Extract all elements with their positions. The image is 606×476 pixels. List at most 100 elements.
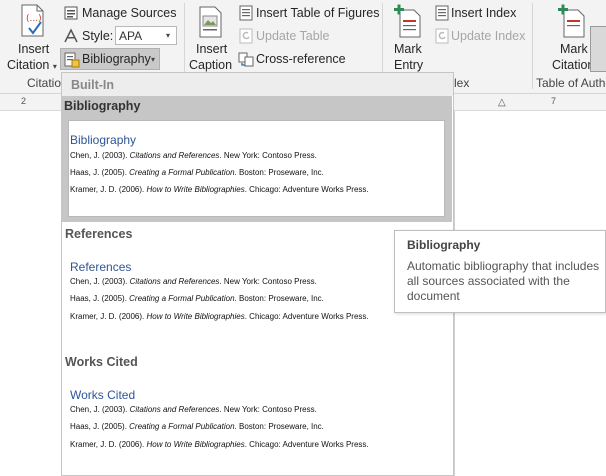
update-index-icon [435, 28, 449, 44]
preview-title: Bibliography [70, 133, 137, 147]
entry-rest: . Boston: Proseware, Inc. [234, 422, 324, 431]
update-table-icon [239, 28, 253, 44]
bibliography-icon [64, 52, 80, 68]
preview-entry: Kramer, J. D. (2006). How to Write Bibli… [70, 312, 369, 321]
chevron-down-icon: ▾ [52, 62, 57, 71]
builtin-header: Built-In [71, 78, 115, 92]
insert-index-label: Insert Index [451, 6, 517, 20]
bibliography-button[interactable]: Bibliography ▾ [60, 48, 160, 70]
insert-caption-label-2: Caption [189, 58, 233, 72]
preview-entry: Haas, J. (2005). Creating a Formal Publi… [70, 422, 324, 431]
entry-rest: . Boston: Proseware, Inc. [234, 168, 324, 177]
entry-author: Haas, J. (2005). [70, 168, 130, 177]
bibliography-tooltip: Bibliography Automatic bibliography that… [394, 230, 606, 313]
entry-work: Citations and References [129, 151, 220, 160]
table-of-figures-icon [239, 5, 253, 21]
entry-rest: . New York: Contoso Press. [219, 277, 317, 286]
entry-work: Creating a Formal Publication [129, 168, 235, 177]
update-index-label: Update Index [451, 29, 526, 43]
style-label: Style: [82, 29, 114, 43]
option-header: Works Cited [65, 355, 138, 369]
entry-author: Haas, J. (2005). [70, 422, 130, 431]
entry-author: Kramer, J. D. (2006). [70, 185, 147, 194]
insert-caption-icon [199, 6, 222, 38]
insert-table-of-figures-label: Insert Table of Figures [256, 6, 380, 20]
insert-table-of-figures-button[interactable]: Insert Table of Figures [237, 4, 380, 24]
entry-work: Creating a Formal Publication [129, 422, 235, 431]
preview-entry: Chen, J. (2003). Citations and Reference… [70, 405, 317, 414]
mark-entry-icon [394, 4, 421, 38]
builtin-header-band: Built-In [62, 73, 453, 96]
index-group-label: lex [454, 76, 470, 90]
insert-index-icon [435, 5, 449, 21]
style-icon [64, 28, 78, 43]
style-dropdown-icon: ▾ [166, 31, 171, 40]
entry-work: How to Write Bibliographies [146, 185, 245, 194]
gallery-option-works-cited[interactable]: Works Cited Works Cited Chen, J. (2003).… [62, 353, 452, 455]
entry-author: Chen, J. (2003). [70, 405, 130, 414]
insert-caption-label-1: Insert [196, 42, 228, 56]
insert-citation-label-text: Citation [7, 58, 50, 72]
ruler-mark: 7 [551, 96, 557, 106]
mark-citation-label-1: Mark [560, 42, 588, 56]
update-table-button[interactable]: Update Table [237, 27, 337, 47]
entry-author: Kramer, J. D. (2006). [70, 440, 147, 449]
gallery-scroll-edge[interactable] [590, 26, 606, 72]
mark-entry-label-2: Entry [394, 58, 424, 72]
mark-entry-button[interactable]: Mark Entry [386, 2, 430, 72]
group-separator [532, 3, 533, 89]
option-header: References [65, 227, 133, 241]
cross-reference-label: Cross-reference [256, 52, 346, 66]
entry-author: Kramer, J. D. (2006). [70, 312, 147, 321]
preview-entry: Kramer, J. D. (2006). How to Write Bibli… [70, 185, 369, 194]
manage-sources-icon [64, 6, 78, 20]
mark-citation-icon [558, 4, 585, 38]
insert-citation-button[interactable]: (...) Insert Citation ▾ [6, 2, 58, 72]
update-index-button[interactable]: Update Index [433, 27, 529, 47]
bibliography-label: Bibliography [82, 52, 151, 66]
entry-rest: . Boston: Proseware, Inc. [234, 294, 324, 303]
tooltip-title: Bibliography [407, 238, 481, 252]
entry-rest: . New York: Contoso Press. [219, 405, 317, 414]
manage-sources-label: Manage Sources [82, 6, 177, 20]
insert-citation-label-2: Citation ▾ [7, 58, 57, 72]
entry-work: Citations and References [129, 277, 220, 286]
cross-reference-icon [238, 52, 254, 67]
entry-author: Haas, J. (2005). [70, 294, 130, 303]
tooltip-description: Automatic bibliography that includes all… [407, 259, 600, 303]
entry-author: Chen, J. (2003). [70, 151, 130, 160]
entry-rest: . Chicago: Adventure Works Press. [244, 440, 369, 449]
entry-rest: . New York: Contoso Press. [219, 151, 317, 160]
entry-author: Chen, J. (2003). [70, 277, 130, 286]
mark-entry-label-1: Mark [394, 42, 422, 56]
entry-work: How to Write Bibliographies [146, 440, 245, 449]
manage-sources-button[interactable]: Manage Sources [62, 4, 177, 24]
chevron-down-icon: ▾ [151, 55, 156, 64]
table-of-authorities-group-label: Table of Autho [536, 76, 606, 90]
insert-index-button[interactable]: Insert Index [433, 4, 523, 24]
preview-entry: Haas, J. (2005). Creating a Formal Publi… [70, 294, 324, 303]
entry-rest: . Chicago: Adventure Works Press. [244, 185, 369, 194]
option-preview: Bibliography Chen, J. (2003). Citations … [68, 120, 445, 217]
option-header: Bibliography [64, 99, 141, 113]
ruler-mark: 2 [21, 96, 27, 106]
preview-entry: Haas, J. (2005). Creating a Formal Publi… [70, 168, 324, 177]
preview-title: Works Cited [70, 388, 136, 402]
preview-entry: Kramer, J. D. (2006). How to Write Bibli… [70, 440, 369, 449]
entry-work: Citations and References [129, 405, 220, 414]
preview-entry: Chen, J. (2003). Citations and Reference… [70, 277, 317, 286]
update-table-label: Update Table [256, 29, 330, 43]
preview-title: References [70, 260, 132, 274]
mark-citation-label-2: Citation [552, 58, 595, 72]
indent-marker[interactable]: △ [498, 97, 506, 108]
insert-citation-label-1: Insert [18, 42, 50, 56]
insert-citation-icon: (...) [21, 4, 44, 37]
style-dropdown[interactable]: APA ▾ [115, 26, 177, 45]
citations-group-label: Citatio [27, 76, 62, 90]
entry-work: Creating a Formal Publication [129, 294, 235, 303]
preview-entry: Chen, J. (2003). Citations and Reference… [70, 151, 317, 160]
entry-work: How to Write Bibliographies [146, 312, 245, 321]
cross-reference-button[interactable]: Cross-reference [237, 50, 347, 70]
svg-text:(...): (...) [26, 14, 42, 24]
insert-caption-button[interactable]: Insert Caption [187, 2, 235, 72]
